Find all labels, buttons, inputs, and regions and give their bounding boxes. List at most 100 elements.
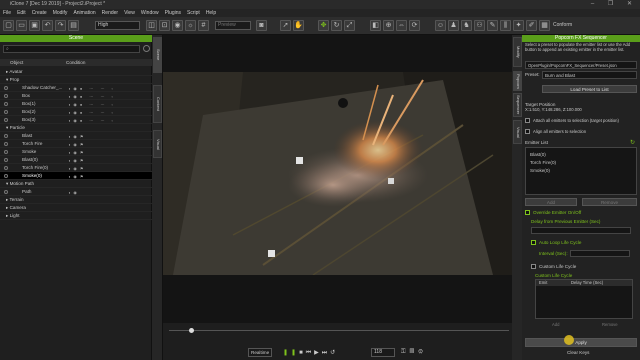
attach-checkbox[interactable]: [525, 118, 530, 123]
open-icon[interactable]: ▭: [16, 20, 27, 31]
quality-select[interactable]: High: [95, 21, 140, 30]
tree-row-torch-fire[interactable]: Torch Fire ◑◉⚑: [0, 140, 152, 148]
settings-icon[interactable]: ⚙: [418, 349, 427, 355]
tab-visual-right[interactable]: Visual: [513, 120, 522, 144]
camera-select[interactable]: Preview: [215, 21, 251, 30]
visibility-icon[interactable]: [4, 110, 8, 114]
window-controls[interactable]: – ❐ ✕: [591, 0, 638, 9]
refresh-icon[interactable]: ↻: [630, 139, 635, 146]
override-checkbox[interactable]: [525, 210, 530, 215]
emitter-item[interactable]: Blast(0): [530, 152, 546, 157]
tree-row-torch-fire-0[interactable]: Torch Fire(0) ◑◉⚑: [0, 164, 152, 172]
load-preset-button[interactable]: Load Preset to List: [542, 85, 637, 93]
pause-icon[interactable]: ❚❚: [283, 350, 299, 356]
scale-icon[interactable]: ⤢: [344, 20, 355, 31]
tab-visual[interactable]: Visual: [153, 130, 162, 158]
visibility-icon[interactable]: [4, 134, 8, 138]
visibility-icon[interactable]: [4, 118, 8, 122]
playback-mode-select[interactable]: Realtime: [248, 348, 272, 357]
tree-row-light[interactable]: ▸ Light: [0, 212, 152, 220]
tree-row-box-1[interactable]: Box(1) ◑◉● ⋯ ⋯ ▫: [0, 100, 152, 108]
tree-row-box[interactable]: Box ◑◉● ⋯ ⋯ ▫: [0, 92, 152, 100]
preset-path-field[interactable]: OpenPlugin/PopcornFX_Sequencer/Preset.js…: [525, 61, 637, 69]
smooth-icon[interactable]: ◉: [172, 20, 183, 31]
visibility-icon[interactable]: [4, 142, 8, 146]
visibility-icon[interactable]: [4, 150, 8, 154]
timeline-icon[interactable]: ▤: [410, 349, 419, 355]
apply-button[interactable]: Apply: [525, 338, 637, 347]
fx-icon[interactable]: ✦: [513, 20, 524, 31]
conform-icon[interactable]: ▦: [539, 20, 550, 31]
menu-render[interactable]: Render: [102, 10, 118, 16]
visibility-icon[interactable]: [4, 158, 8, 162]
rotate-icon[interactable]: ↻: [331, 20, 342, 31]
grid-icon[interactable]: #: [198, 20, 209, 31]
visibility-icon[interactable]: [4, 166, 8, 170]
menu-view[interactable]: View: [124, 10, 135, 16]
playhead-handle[interactable]: [189, 328, 194, 333]
visibility-icon[interactable]: [4, 94, 8, 98]
hand-icon[interactable]: ✋: [293, 20, 304, 31]
menu-window[interactable]: Window: [141, 10, 159, 16]
orbit-icon[interactable]: ⟳: [409, 20, 420, 31]
remove-life-button[interactable]: Remove: [602, 322, 618, 327]
menu-create[interactable]: Create: [32, 10, 47, 16]
menu-help[interactable]: Help: [206, 10, 216, 16]
frame-input[interactable]: 118: [371, 348, 395, 357]
save-icon[interactable]: ▣: [29, 20, 40, 31]
visibility-icon[interactable]: [4, 174, 8, 178]
mocap-icon[interactable]: ⚇: [474, 20, 485, 31]
custom-life-radio[interactable]: [531, 264, 536, 269]
next-icon[interactable]: ⏭: [322, 350, 330, 356]
delay-input[interactable]: [531, 227, 631, 234]
tree-row-blast[interactable]: Blast ◑◉⚑: [0, 132, 152, 140]
tree-row-avatar[interactable]: ▸ Avatar: [0, 68, 152, 76]
emitter-item[interactable]: Torch Fire(0): [530, 160, 556, 165]
motion-icon[interactable]: ♞: [461, 20, 472, 31]
pan-icon[interactable]: ⇔: [396, 20, 407, 31]
3d-viewport[interactable]: [163, 35, 512, 323]
tab-content[interactable]: Content: [153, 85, 162, 123]
display-icon[interactable]: ◫: [146, 20, 157, 31]
interval-input[interactable]: [570, 250, 630, 257]
menu-edit[interactable]: Edit: [17, 10, 26, 16]
edit-motion-icon[interactable]: ✎: [487, 20, 498, 31]
layout-icon[interactable]: ▤: [68, 20, 79, 31]
facial-icon[interactable]: ☺: [435, 20, 446, 31]
menu-modify[interactable]: Modify: [53, 10, 68, 16]
preset-select[interactable]: Burn and Blast: [542, 71, 637, 79]
visibility-icon[interactable]: [4, 86, 8, 90]
align-checkbox[interactable]: [525, 129, 530, 134]
tree-row-motion-path[interactable]: ▾ Motion Path: [0, 180, 152, 188]
camera-icon[interactable]: ◙: [256, 20, 267, 31]
paint-icon[interactable]: ✐: [526, 20, 537, 31]
scene-search-input[interactable]: ⌕: [3, 45, 140, 53]
tree-row-smoke-0[interactable]: Smoke(0) ◑◉⚑: [0, 172, 152, 180]
redo-icon[interactable]: ↷: [55, 20, 66, 31]
play-icon[interactable]: ▶: [314, 350, 322, 356]
tree-row-terrain[interactable]: ▸ Terrain: [0, 196, 152, 204]
undo-icon[interactable]: ↶: [42, 20, 53, 31]
tree-row-camera[interactable]: ▸ Camera: [0, 204, 152, 212]
tree-row-blast-0[interactable]: Blast(0) ◑◉⚑: [0, 156, 152, 164]
move-icon[interactable]: ✥: [318, 20, 329, 31]
tree-row-prop[interactable]: ▾ Prop: [0, 76, 152, 84]
clear-keys-button[interactable]: Clear Keys: [567, 350, 589, 355]
tab-modify[interactable]: Modify: [513, 37, 522, 67]
prev-icon[interactable]: ⏮: [306, 350, 314, 356]
timeline-track[interactable]: [169, 330, 509, 331]
light-icon[interactable]: ☼: [185, 20, 196, 31]
filter-icon[interactable]: [143, 45, 150, 52]
key-icon[interactable]: ⚿: [401, 349, 410, 355]
visibility-icon[interactable]: [4, 102, 8, 106]
tree-row-particle[interactable]: ▾ Particle: [0, 124, 152, 132]
tree-row-box-3[interactable]: Box(3) ◑◉● ⋯ ⋯ ▫: [0, 116, 152, 124]
visibility-icon[interactable]: [4, 190, 8, 194]
sequencer-icon[interactable]: ⫼: [500, 20, 511, 31]
menu-script[interactable]: Script: [187, 10, 200, 16]
loop-icon[interactable]: ↺: [330, 350, 338, 356]
auto-loop-radio[interactable]: [531, 240, 536, 245]
menu-animation[interactable]: Animation: [73, 10, 95, 16]
add-life-button[interactable]: Add: [552, 322, 559, 327]
conform-label[interactable]: Conform: [553, 22, 572, 28]
